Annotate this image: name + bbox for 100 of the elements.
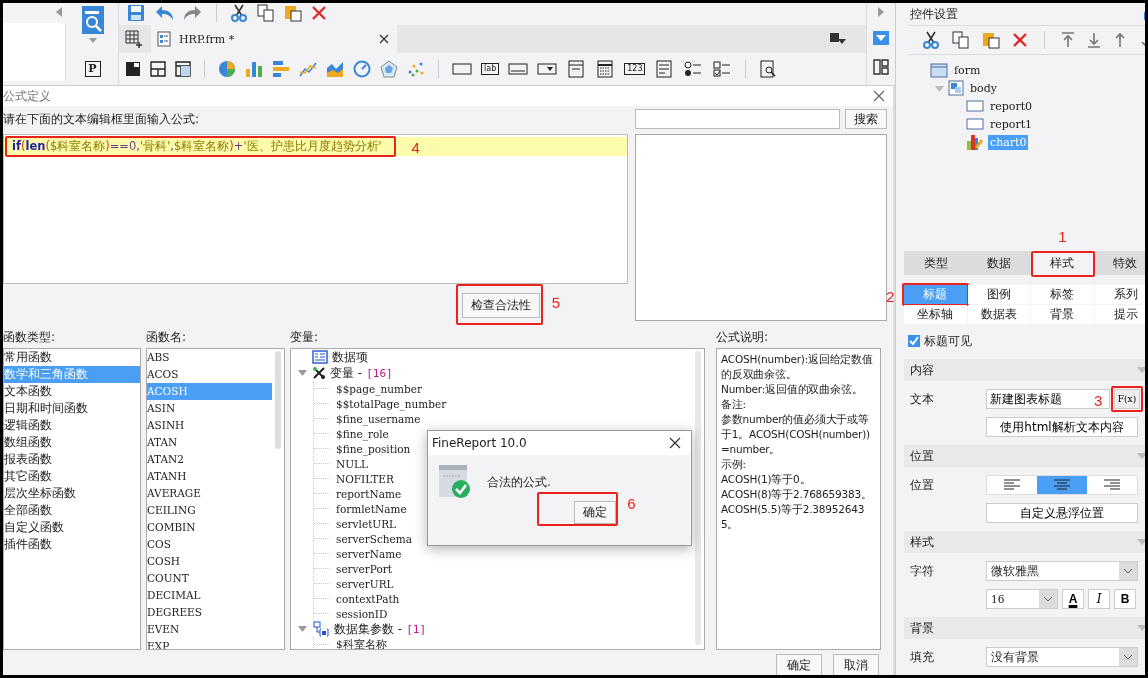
combo-widget-icon[interactable] bbox=[537, 60, 558, 78]
ok-button[interactable]: 确定 bbox=[776, 654, 822, 675]
paste-icon[interactable] bbox=[284, 4, 302, 22]
sub-tab[interactable]: 坐标轴 bbox=[904, 305, 967, 324]
function-type-item[interactable]: 逻辑函数 bbox=[4, 417, 140, 434]
function-type-item[interactable]: 报表函数 bbox=[4, 451, 140, 468]
variable-item[interactable]: $$page_number bbox=[336, 382, 422, 395]
sub-tab[interactable]: 系列 bbox=[1094, 285, 1145, 304]
font-dropdown[interactable]: 微软雅黑 bbox=[986, 561, 1138, 581]
panel-widget-icon[interactable] bbox=[566, 60, 587, 78]
function-name-item[interactable]: ABS bbox=[147, 349, 272, 366]
close-icon[interactable] bbox=[379, 34, 389, 44]
absolute-layout-icon[interactable] bbox=[125, 61, 141, 77]
save-icon[interactable] bbox=[127, 4, 145, 22]
function-type-item[interactable]: 文本函数 bbox=[4, 383, 140, 400]
function-name-item[interactable]: DECIMAL bbox=[147, 587, 272, 604]
function-name-item[interactable]: COUNT bbox=[147, 570, 272, 587]
number-widget-icon[interactable]: 123 bbox=[624, 63, 646, 75]
variable-item[interactable]: $$totalPage_number bbox=[336, 397, 447, 410]
scatter-chart-icon[interactable] bbox=[407, 60, 425, 78]
variable-item[interactable]: $fine_position bbox=[336, 442, 411, 455]
scroll-right-icon[interactable] bbox=[877, 7, 885, 17]
variable-item[interactable]: serverPort bbox=[336, 562, 392, 575]
close-icon[interactable] bbox=[873, 90, 885, 102]
checkbox-widget-icon[interactable] bbox=[712, 60, 733, 78]
variable-group[interactable]: 数据项 bbox=[332, 349, 368, 366]
cut-icon[interactable] bbox=[230, 4, 248, 22]
function-name-item[interactable]: ACOS bbox=[147, 366, 272, 383]
search-field[interactable] bbox=[635, 109, 840, 129]
html-parse-button[interactable]: 使用html解析文本内容 bbox=[986, 417, 1138, 437]
scroll-left-icon[interactable] bbox=[55, 7, 63, 17]
variable-item[interactable]: servletURL bbox=[336, 517, 397, 530]
radio-widget-icon[interactable] bbox=[683, 60, 704, 78]
move-top-icon[interactable] bbox=[1061, 32, 1075, 48]
function-name-item[interactable]: EVEN bbox=[147, 621, 272, 638]
variable-item[interactable]: serverURL bbox=[336, 577, 394, 590]
function-type-item[interactable]: 日期和时间函数 bbox=[4, 400, 140, 417]
sub-tab[interactable]: 背景 bbox=[1031, 305, 1094, 324]
function-name-item[interactable]: AVERAGE bbox=[147, 485, 272, 502]
area-chart-icon[interactable] bbox=[326, 60, 344, 78]
expanded-icon[interactable] bbox=[934, 83, 944, 93]
function-name-item[interactable]: COMBIN bbox=[147, 519, 272, 536]
function-type-item[interactable]: 常用函数 bbox=[4, 349, 140, 366]
function-type-item[interactable]: 数组函数 bbox=[4, 434, 140, 451]
cut-icon[interactable] bbox=[922, 31, 940, 49]
function-type-item[interactable]: 自定义函数 bbox=[4, 519, 140, 536]
tree-node[interactable]: report0 bbox=[988, 98, 1035, 114]
formula-editor[interactable]: if(len($科室名称)==0,'骨科',$科室名称)+'医、护患比月度趋势分析' 4 bbox=[3, 134, 628, 284]
radar-chart-icon[interactable] bbox=[380, 60, 398, 78]
tree-node[interactable]: form bbox=[952, 62, 983, 78]
move-up-icon[interactable] bbox=[1113, 32, 1127, 48]
scrollbar[interactable] bbox=[275, 351, 281, 449]
function-name-item[interactable]: ATAN bbox=[147, 434, 272, 451]
variable-item[interactable]: serverSchema bbox=[336, 532, 413, 545]
variable-item[interactable]: reportName bbox=[336, 487, 402, 500]
function-type-item[interactable]: 其它函数 bbox=[4, 468, 140, 485]
float-position-button[interactable]: 自定义悬浮位置 bbox=[986, 503, 1138, 523]
move-bottom-icon[interactable] bbox=[1087, 32, 1101, 48]
document-tab[interactable]: HRP.frm * bbox=[151, 25, 397, 53]
dropdown-button[interactable] bbox=[873, 31, 889, 45]
sub-tab[interactable]: 数据表 bbox=[967, 305, 1030, 324]
variable-item[interactable]: NULL bbox=[336, 457, 368, 470]
close-icon[interactable] bbox=[669, 437, 681, 449]
function-type-item[interactable]: 插件函数 bbox=[4, 536, 140, 553]
checkbox[interactable] bbox=[908, 335, 920, 347]
style-tab[interactable]: 特效 bbox=[1093, 251, 1145, 275]
paste-icon[interactable] bbox=[982, 31, 1000, 49]
textfield-widget-icon[interactable] bbox=[508, 60, 529, 78]
delete-icon[interactable] bbox=[1012, 32, 1028, 48]
scrollbar[interactable] bbox=[695, 351, 701, 645]
function-name-item[interactable]: ATAN2 bbox=[147, 451, 272, 468]
sub-tab[interactable]: 标签 bbox=[1031, 285, 1094, 304]
gauge-chart-icon[interactable] bbox=[353, 60, 371, 78]
caret-icon[interactable] bbox=[88, 38, 97, 43]
line-chart-icon[interactable] bbox=[299, 60, 317, 78]
split-layout-icon[interactable] bbox=[150, 61, 166, 77]
style-tab[interactable]: 类型 bbox=[904, 251, 968, 275]
new-grid-icon[interactable] bbox=[125, 30, 143, 48]
expanded-icon[interactable] bbox=[297, 626, 307, 632]
tree-node[interactable]: body bbox=[968, 80, 999, 96]
italic-button[interactable]: I bbox=[1088, 589, 1110, 609]
variable-group[interactable]: 数据集参数 - bbox=[334, 620, 403, 638]
variable-item[interactable]: NOFILTER bbox=[336, 472, 394, 485]
tab-layout-icon[interactable] bbox=[175, 61, 191, 77]
tab-menu-icon[interactable] bbox=[830, 33, 846, 45]
font-size-dropdown[interactable]: 16 bbox=[986, 589, 1058, 609]
redo-icon[interactable] bbox=[183, 5, 203, 21]
function-type-item[interactable]: 全部函数 bbox=[4, 502, 140, 519]
calendar-widget-icon[interactable] bbox=[595, 60, 616, 78]
delete-icon[interactable] bbox=[311, 5, 327, 21]
variable-item[interactable]: $科室名称 bbox=[336, 637, 387, 649]
pie-chart-icon[interactable] bbox=[218, 60, 236, 78]
style-tab[interactable]: 数据 bbox=[967, 251, 1031, 275]
ok-button[interactable]: 确定 bbox=[573, 501, 616, 524]
function-name-item[interactable]: ATANH bbox=[147, 468, 272, 485]
function-name-item[interactable]: COSH bbox=[147, 553, 272, 570]
preview-document-icon[interactable] bbox=[80, 5, 105, 35]
copy-icon[interactable] bbox=[952, 31, 970, 49]
bold-button[interactable]: B bbox=[1114, 589, 1136, 609]
preview-icon[interactable] bbox=[759, 60, 778, 78]
